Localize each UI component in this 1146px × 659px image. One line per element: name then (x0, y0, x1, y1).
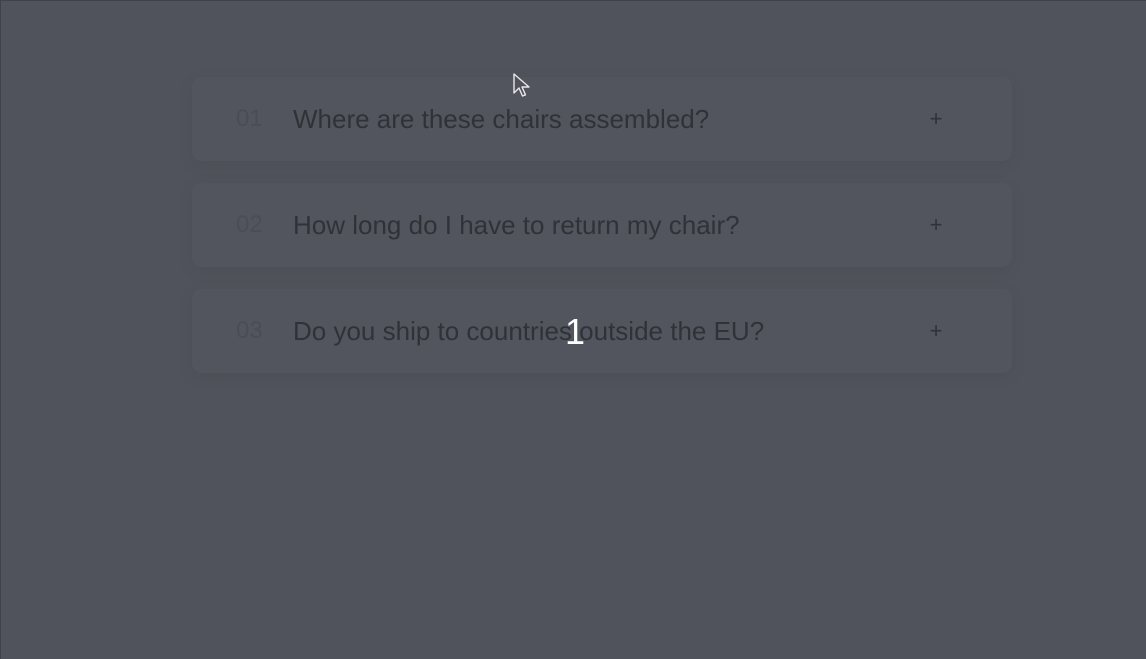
faq-item-3[interactable]: 03 Do you ship to countries outside the … (192, 289, 1012, 373)
faq-item-number: 01 (236, 105, 263, 132)
faq-item-question: Do you ship to countries outside the EU? (293, 315, 765, 346)
faq-item-question: Where are these chairs assembled? (293, 103, 710, 134)
faq-item-2[interactable]: 02 How long do I have to return my chair… (192, 183, 1012, 267)
plus-icon[interactable]: + (926, 318, 946, 344)
faq-accordion: 01 Where are these chairs assembled? + 0… (192, 77, 1012, 373)
mouse-pointer-icon (513, 73, 530, 97)
plus-icon[interactable]: + (926, 106, 946, 132)
page: 01 Where are these chairs assembled? + 0… (0, 0, 1146, 659)
plus-icon[interactable]: + (926, 212, 946, 238)
overlay-step-number: 1 (565, 311, 586, 352)
faq-item-number: 02 (236, 211, 263, 238)
faq-item-question: How long do I have to return my chair? (293, 209, 740, 240)
faq-item-1[interactable]: 01 Where are these chairs assembled? + (192, 77, 1012, 161)
faq-item-number: 03 (236, 317, 263, 344)
